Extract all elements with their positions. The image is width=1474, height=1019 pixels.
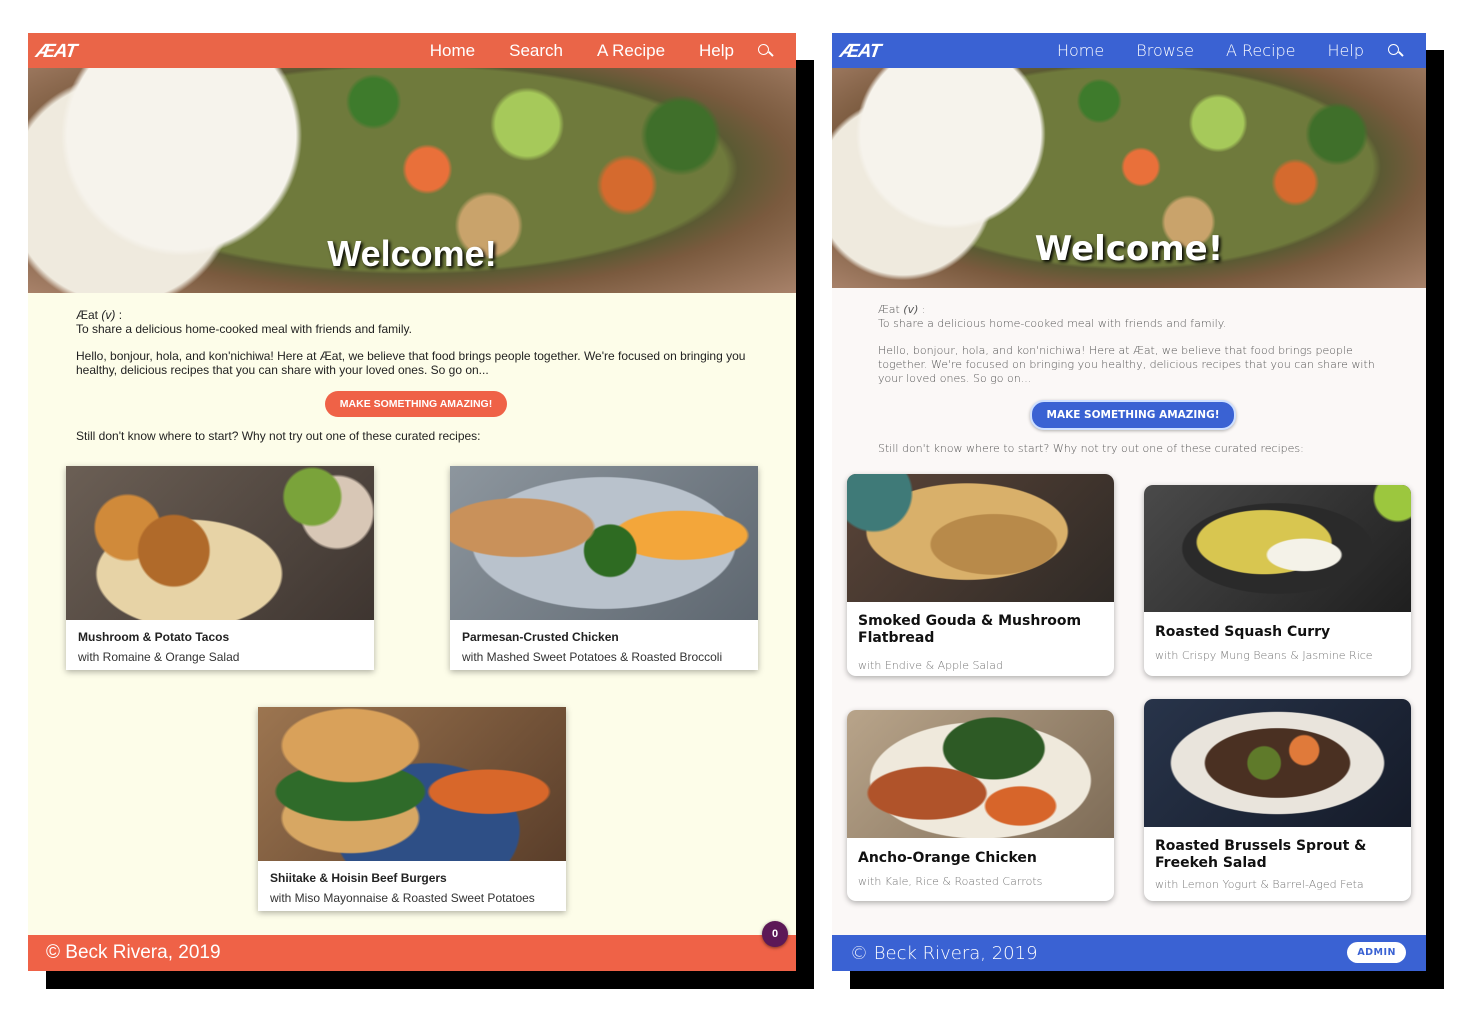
recipe-title: Ancho-Orange Chicken [858, 850, 1037, 866]
recipe-card[interactable]: Roasted Brussels Sprout & Freekeh Salad … [1144, 699, 1411, 901]
recipe-title: Mushroom & Potato Tacos [78, 630, 230, 644]
recipe-title: Shiitake & Hoisin Beef Burgers [270, 871, 447, 885]
search-icon[interactable] [758, 43, 772, 58]
recipe-title: Smoked Gouda & Mushroom Flatbread [858, 613, 1082, 646]
blue-theme-page: ÆAT Home Browse A Recipe Help Welcome! Æ… [832, 33, 1426, 971]
cta-wrapper: MAKE SOMETHING AMAZING! [878, 400, 1388, 430]
recipe-card[interactable]: Smoked Gouda & Mushroom Flatbread with E… [847, 474, 1114, 676]
navbar: ÆAT Home Search A Recipe Help [28, 33, 796, 68]
recipe-subtitle: with Miso Mayonnaise & Roasted Sweet Pot… [270, 891, 535, 905]
nav-links: Home Search A Recipe Help [396, 33, 772, 68]
recipe-image-chicken [450, 466, 758, 620]
recipe-subtitle: with Endive & Apple Salad [858, 659, 1003, 672]
intro-text: Hello, bonjour, hola, and kon'nichiwa! H… [76, 349, 746, 377]
logo[interactable]: ÆAT [838, 41, 882, 63]
nav-search[interactable]: Search [509, 41, 563, 61]
definition-pos: (v) [101, 308, 116, 322]
copyright-text: © Beck Rivera, 2019 [46, 942, 221, 963]
notification-badge[interactable]: 0 [762, 921, 788, 947]
recipe-image-curry [1144, 485, 1411, 612]
hero-title: Welcome! [1034, 229, 1224, 269]
hero-title: Welcome! [327, 233, 497, 274]
cta-wrapper: MAKE SOMETHING AMAZING! [76, 391, 756, 417]
recipe-image-tacos [66, 466, 374, 620]
definition-text: To share a delicious home-cooked meal wi… [878, 317, 1227, 330]
definition-word: Æat [76, 308, 99, 322]
intro-section: Æat (v) : To share a delicious home-cook… [76, 308, 756, 457]
intro-section: Æat (v) : To share a delicious home-cook… [878, 303, 1388, 470]
recipe-card[interactable]: Parmesan-Crusted Chicken with Mashed Swe… [450, 466, 758, 670]
nav-a-recipe[interactable]: A Recipe [1226, 41, 1296, 60]
nav-links: Home Browse A Recipe Help [1025, 33, 1402, 68]
definition-text: To share a delicious home-cooked meal wi… [76, 322, 412, 336]
orange-theme-page: ÆAT Home Search A Recipe Help Welcome! Æ… [28, 33, 796, 971]
nav-help[interactable]: Help [1328, 41, 1364, 60]
nav-browse[interactable]: Browse [1136, 41, 1194, 60]
recipe-card[interactable]: Mushroom & Potato Tacos with Romaine & O… [66, 466, 374, 670]
copyright-text: © Beck Rivera, 2019 [850, 942, 1038, 964]
definition-word: Æat [878, 303, 900, 316]
recipe-image-brussels [1144, 699, 1411, 827]
nav-home[interactable]: Home [1057, 41, 1104, 60]
recipe-subtitle: with Crispy Mung Beans & Jasmine Rice [1155, 649, 1373, 662]
recipe-card[interactable]: Roasted Squash Curry with Crispy Mung Be… [1144, 485, 1411, 676]
footer: © Beck Rivera, 2019 ADMIN [832, 935, 1426, 971]
recipe-subtitle: with Lemon Yogurt & Barrel-Aged Feta [1155, 878, 1364, 891]
recipe-image-burger [258, 707, 566, 861]
recipe-title: Roasted Brussels Sprout & Freekeh Salad [1155, 838, 1367, 871]
curated-text: Still don't know where to start? Why not… [878, 442, 1304, 455]
footer: © Beck Rivera, 2019 [28, 935, 796, 971]
make-something-amazing-button[interactable]: MAKE SOMETHING AMAZING! [1029, 400, 1237, 430]
recipe-image-flatbread [847, 474, 1114, 602]
recipe-subtitle: with Kale, Rice & Roasted Carrots [858, 875, 1043, 888]
recipe-image-ancho-chicken [847, 710, 1114, 838]
navbar: ÆAT Home Browse A Recipe Help [832, 33, 1426, 68]
recipe-card[interactable]: Ancho-Orange Chicken with Kale, Rice & R… [847, 710, 1114, 901]
recipe-card[interactable]: Shiitake & Hoisin Beef Burgers with Miso… [258, 707, 566, 911]
nav-help[interactable]: Help [699, 41, 734, 61]
intro-text: Hello, bonjour, hola, and kon'nichiwa! H… [878, 344, 1375, 385]
logo[interactable]: ÆAT [34, 41, 78, 63]
nav-a-recipe[interactable]: A Recipe [597, 41, 665, 61]
definition: Æat (v) : To share a delicious home-cook… [878, 303, 1388, 331]
recipe-title: Parmesan-Crusted Chicken [462, 630, 619, 644]
recipe-subtitle: with Mashed Sweet Potatoes & Roasted Bro… [462, 650, 723, 664]
definition-colon: : [115, 308, 123, 322]
definition: Æat (v) : To share a delicious home-cook… [76, 308, 756, 336]
make-something-amazing-button[interactable]: MAKE SOMETHING AMAZING! [324, 391, 508, 417]
admin-button[interactable]: ADMIN [1347, 942, 1406, 963]
recipe-title: Roasted Squash Curry [1155, 624, 1331, 640]
recipe-subtitle: with Romaine & Orange Salad [78, 650, 240, 664]
search-icon[interactable] [1388, 43, 1402, 58]
nav-home[interactable]: Home [430, 41, 475, 61]
definition-pos: (v) [903, 303, 919, 316]
curated-text: Still don't know where to start? Why not… [76, 429, 481, 443]
definition-colon: : [918, 303, 926, 316]
